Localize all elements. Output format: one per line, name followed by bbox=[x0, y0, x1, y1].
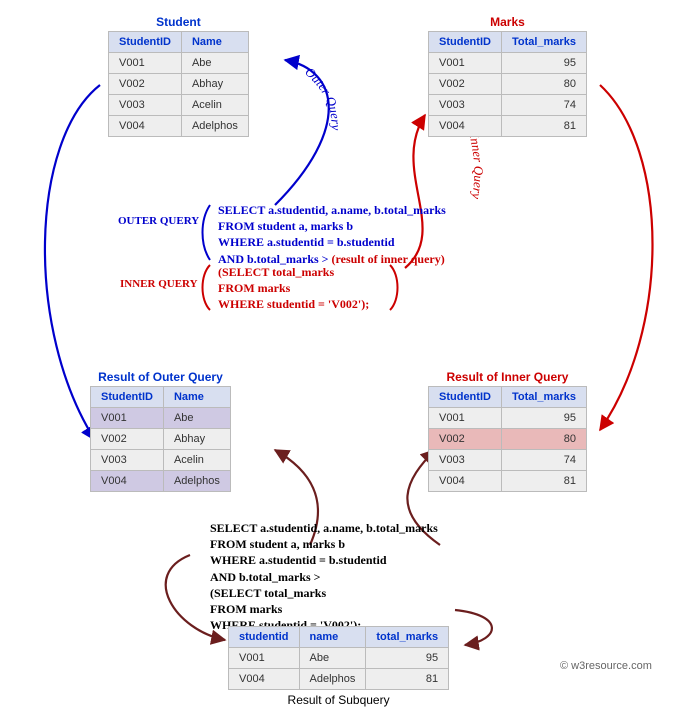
table-row: V00195 bbox=[429, 53, 587, 74]
outer-result-table: StudentID Name V001Abe V002Abhay V003Ace… bbox=[90, 386, 231, 492]
outer-result-caption: Result of Outer Query bbox=[90, 370, 231, 384]
svg-text:Inner Query: Inner Query bbox=[466, 131, 486, 200]
student-table-block: Student StudentID Name V001Abe V002Abhay… bbox=[108, 15, 249, 137]
inner-result-table: StudentID Total_marks V00195 V00280 V003… bbox=[428, 386, 587, 492]
inner-query-text: (SELECT total_marks FROM marks WHERE stu… bbox=[218, 264, 369, 313]
inner-query-side-label: INNER QUERY bbox=[120, 278, 198, 290]
table-row: V001Abe95 bbox=[229, 648, 449, 669]
svg-text:Outer Query: Outer Query bbox=[302, 64, 343, 130]
marks-th-total: Total_marks bbox=[501, 32, 586, 53]
table-row: V00481 bbox=[429, 471, 587, 492]
table-row: V00280 bbox=[429, 74, 587, 95]
table-row: V00374 bbox=[429, 450, 587, 471]
table-row: V004Adelphos81 bbox=[229, 669, 449, 690]
table-row: V00195 bbox=[429, 408, 587, 429]
student-table: StudentID Name V001Abe V002Abhay V003Ace… bbox=[108, 31, 249, 137]
marks-table: StudentID Total_marks V00195 V00280 V003… bbox=[428, 31, 587, 137]
table-row: V003Acelin bbox=[91, 450, 231, 471]
outer-result-block: Result of Outer Query StudentID Name V00… bbox=[90, 370, 231, 492]
student-th-name: Name bbox=[181, 32, 248, 53]
inner-result-block: Result of Inner Query StudentID Total_ma… bbox=[428, 370, 587, 492]
table-row: V00374 bbox=[429, 95, 587, 116]
outer-query-side-label: OUTER QUERY bbox=[118, 215, 199, 227]
table-row: V004Adelphos bbox=[91, 471, 231, 492]
full-query-text: SELECT a.studentid, a.name, b.total_mark… bbox=[210, 520, 438, 633]
marks-caption: Marks bbox=[428, 15, 587, 29]
table-row: V004Adelphos bbox=[109, 116, 249, 137]
outer-query-text: SELECT a.studentid, a.name, b.total_mark… bbox=[218, 202, 446, 267]
table-row: V001Abe bbox=[109, 53, 249, 74]
student-caption: Student bbox=[108, 15, 249, 29]
student-th-id: StudentID bbox=[109, 32, 182, 53]
table-row: V001Abe bbox=[91, 408, 231, 429]
attribution-text: © w3resource.com bbox=[560, 660, 652, 672]
marks-th-id: StudentID bbox=[429, 32, 502, 53]
table-row: V003Acelin bbox=[109, 95, 249, 116]
table-row: V00280 bbox=[429, 429, 587, 450]
inner-result-caption: Result of Inner Query bbox=[428, 370, 587, 384]
table-row: V002Abhay bbox=[109, 74, 249, 95]
final-result-block: studentid name total_marks V001Abe95 V00… bbox=[228, 626, 449, 709]
final-result-caption: Result of Subquery bbox=[228, 693, 449, 707]
table-row: V002Abhay bbox=[91, 429, 231, 450]
table-row: V00481 bbox=[429, 116, 587, 137]
marks-table-block: Marks StudentID Total_marks V00195 V0028… bbox=[428, 15, 587, 137]
final-result-table: studentid name total_marks V001Abe95 V00… bbox=[228, 626, 449, 690]
